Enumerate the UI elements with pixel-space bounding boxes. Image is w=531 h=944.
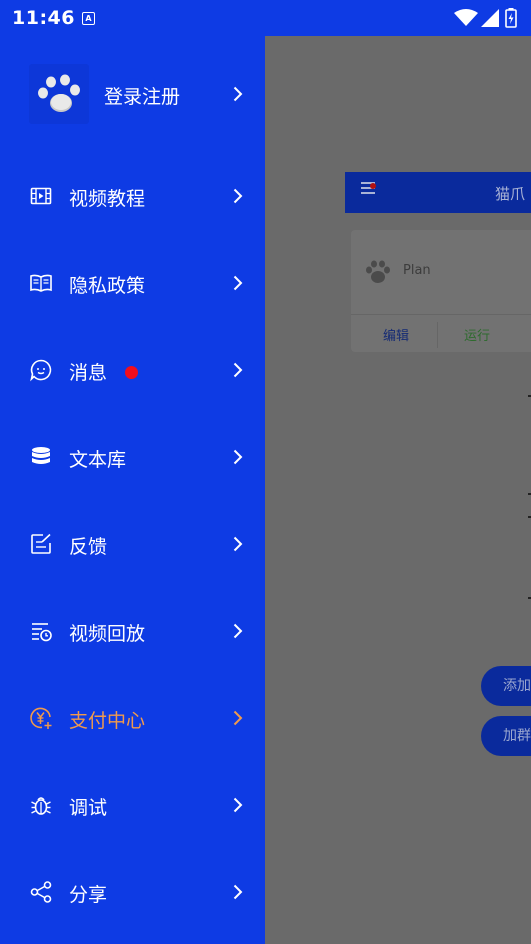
menu-item-share[interactable]: 分享 (0, 862, 265, 922)
book-icon (30, 274, 52, 292)
menu-item-label: 视频回放 (69, 623, 146, 645)
plan-card: Plan 编辑 运行 (351, 230, 531, 352)
menu-item-label: 反馈 (69, 536, 108, 558)
notification-a-icon: A (82, 12, 95, 25)
unread-badge-dot (125, 366, 138, 379)
menu-item-text-library[interactable]: 文本库 (0, 427, 265, 487)
chevron-right-icon (233, 536, 243, 552)
status-bar: 11:46 A (0, 0, 531, 36)
chevron-right-icon (233, 86, 243, 102)
edit-icon (31, 533, 51, 554)
menu-item-payment-center[interactable]: 支付中心 (0, 688, 265, 748)
menu-item-messages[interactable]: 消息 (0, 340, 265, 400)
menu-item-label: 视频教程 (69, 188, 146, 210)
chevron-right-icon (233, 797, 243, 813)
database-icon (32, 447, 50, 464)
menu-item-label: 调试 (69, 797, 108, 819)
add-fab-button: 添加 (481, 666, 531, 706)
wifi-icon (454, 9, 478, 26)
card-divider (351, 314, 531, 315)
notification-dot (370, 183, 376, 189)
chevron-right-icon (233, 362, 243, 378)
run-button: 运行 (464, 329, 491, 344)
signal-icon (481, 9, 499, 27)
avatar (29, 64, 89, 124)
login-register-row[interactable]: 登录注册 (0, 56, 265, 134)
menu-item-video-playback[interactable]: 视频回放 (0, 601, 265, 661)
chevron-right-icon (233, 710, 243, 726)
menu-item-label: 隐私政策 (69, 275, 146, 297)
menu-item-label: 消息 (69, 362, 108, 384)
menu-item-feedback[interactable]: 反馈 (0, 514, 265, 574)
menu-item-label: 支付中心 (69, 710, 146, 732)
menu-item-video-tutorial[interactable]: 视频教程 (0, 166, 265, 226)
background-toolbar: 猫爪 (345, 172, 531, 213)
chevron-right-icon (233, 884, 243, 900)
login-register-label: 登录注册 (104, 86, 181, 108)
chevron-right-icon (233, 623, 243, 639)
bug-icon (31, 797, 51, 815)
share-icon (30, 881, 52, 903)
card-vertical-divider (437, 322, 438, 348)
menu-item-privacy-policy[interactable]: 隐私政策 (0, 253, 265, 313)
navigation-drawer: 登录注册 视频教程 隐私政策 消息 文本库 反馈 视频回放 支付中心 调试 分享 (0, 0, 265, 944)
chat-icon (30, 359, 52, 382)
edit-button: 编辑 (383, 329, 410, 344)
menu-item-debug[interactable]: 调试 (0, 775, 265, 835)
join-group-fab-button: 加群 (481, 716, 531, 756)
battery-icon (505, 8, 517, 28)
plan-title: Plan (403, 263, 431, 278)
playlist-clock-icon (32, 623, 52, 642)
yen-icon (30, 707, 52, 729)
chevron-right-icon (233, 449, 243, 465)
film-icon (30, 187, 52, 205)
status-time: 11:46 (12, 7, 75, 29)
background-toolbar-title: 猫爪 (495, 185, 526, 203)
menu-item-label: 文本库 (69, 449, 127, 471)
chevron-right-icon (233, 188, 243, 204)
chevron-right-icon (233, 275, 243, 291)
paw-logo-icon (38, 74, 80, 112)
paw-icon (366, 260, 390, 283)
menu-item-label: 分享 (69, 884, 108, 906)
